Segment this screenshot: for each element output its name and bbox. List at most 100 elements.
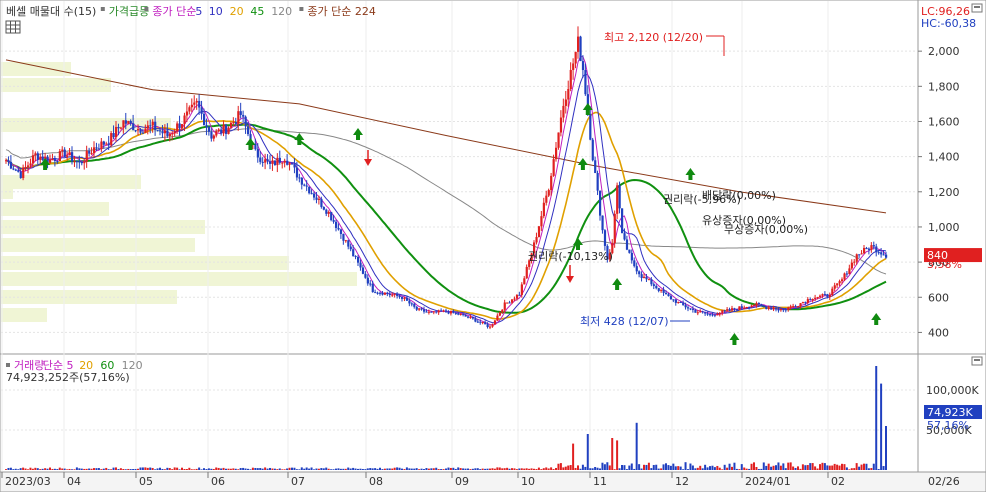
volume-bar [831, 465, 834, 470]
volume-bar [630, 463, 633, 470]
volume-bar [772, 465, 775, 470]
volume-bar [709, 466, 711, 470]
candle [220, 129, 223, 134]
volume-bar [7, 467, 10, 470]
volume-bar [335, 468, 337, 470]
candle [53, 159, 57, 161]
volume-bar [14, 468, 17, 470]
candle [205, 125, 208, 127]
volume-bar [53, 468, 56, 470]
candle [706, 313, 709, 315]
volume-bar [359, 468, 362, 470]
date-tick-label: 10 [521, 475, 535, 488]
candle [154, 121, 157, 131]
volume-bar [256, 468, 259, 470]
volume-bar [227, 468, 230, 470]
volume-bar [93, 468, 95, 470]
volume-bar [625, 469, 628, 470]
candle [640, 274, 643, 279]
date-tick-label: 12 [675, 475, 689, 488]
volume-bar [855, 463, 858, 470]
candle [107, 143, 110, 146]
volume-bar [745, 468, 748, 470]
volume-bar [413, 468, 416, 470]
volume-bar [853, 468, 856, 470]
candle [149, 125, 152, 127]
volume-bar [68, 468, 71, 470]
candlestick-chart[interactable]: 4006008001,0001,2001,4001,6001,8002,000 … [0, 0, 986, 492]
candle [242, 114, 245, 117]
volume-bar [530, 468, 533, 470]
volume-bar [163, 469, 166, 470]
volume-bar [381, 469, 384, 470]
candle [545, 195, 548, 203]
candle [633, 260, 636, 267]
legend-item: 120 [271, 5, 292, 18]
candle [870, 245, 873, 250]
candle [369, 283, 372, 285]
candle [765, 306, 768, 309]
legend-bullet [6, 363, 10, 367]
volume-bar [674, 466, 677, 470]
volume-bar [371, 468, 374, 470]
candle [792, 306, 795, 308]
candle [799, 303, 802, 307]
svg-text:최고 2,120 (12/20): 최고 2,120 (12/20) [604, 31, 703, 44]
date-tick-label: 2023/03 [5, 475, 51, 488]
volume-bar [379, 467, 381, 470]
candle [225, 124, 228, 134]
candle [831, 288, 834, 296]
candle [713, 314, 717, 316]
candle [269, 161, 272, 164]
candle [24, 166, 27, 168]
volume-bar [75, 467, 78, 470]
volume-bar [354, 468, 357, 470]
volume-bar [232, 468, 235, 470]
candle [481, 322, 484, 324]
candle [589, 113, 592, 140]
candle [383, 292, 387, 295]
volume-bar [347, 467, 350, 470]
collapse-icon[interactable] [971, 3, 983, 13]
volume-bar [701, 468, 704, 470]
signal-arrow-stem [43, 165, 48, 170]
volume-bar [244, 468, 247, 470]
volume-bar [308, 468, 311, 470]
candle [515, 294, 519, 299]
volume-bar [44, 468, 47, 470]
candle [562, 105, 565, 118]
volume-badge: 74,923K [927, 406, 973, 419]
volume-bar [332, 469, 335, 470]
volume-bar [667, 465, 670, 470]
candle [293, 164, 296, 168]
candle [452, 310, 455, 313]
volume-bar [327, 468, 330, 470]
volume-bar [344, 468, 347, 470]
candle [569, 69, 572, 89]
candle [437, 310, 440, 313]
candle [704, 312, 707, 314]
grid-icon[interactable] [5, 20, 21, 34]
candle [283, 160, 286, 163]
volume-bar [19, 468, 22, 470]
collapse-icon[interactable] [971, 356, 983, 366]
candle [449, 310, 453, 314]
volume-bar [330, 469, 333, 470]
candle [75, 160, 79, 162]
candle [748, 307, 751, 309]
volume-bar [447, 467, 450, 470]
candle [699, 311, 702, 313]
volume-bar [119, 468, 122, 470]
volume-bar [716, 465, 719, 470]
volume-bar [166, 467, 169, 470]
volume-bar [557, 463, 560, 470]
volume-bar [374, 468, 377, 470]
candle [388, 294, 391, 296]
volume-bar [858, 466, 861, 470]
volume-bar [843, 464, 846, 470]
price-change: 3,58% [927, 258, 962, 271]
price-legend[interactable]: 베셀 매물대 수(15) 가격급등 종가 단순 5 10 20 45 120 종가 단순 224 [6, 5, 376, 18]
volume-bar [281, 469, 284, 470]
volume-bar [410, 468, 413, 470]
volume-bar [200, 469, 203, 470]
